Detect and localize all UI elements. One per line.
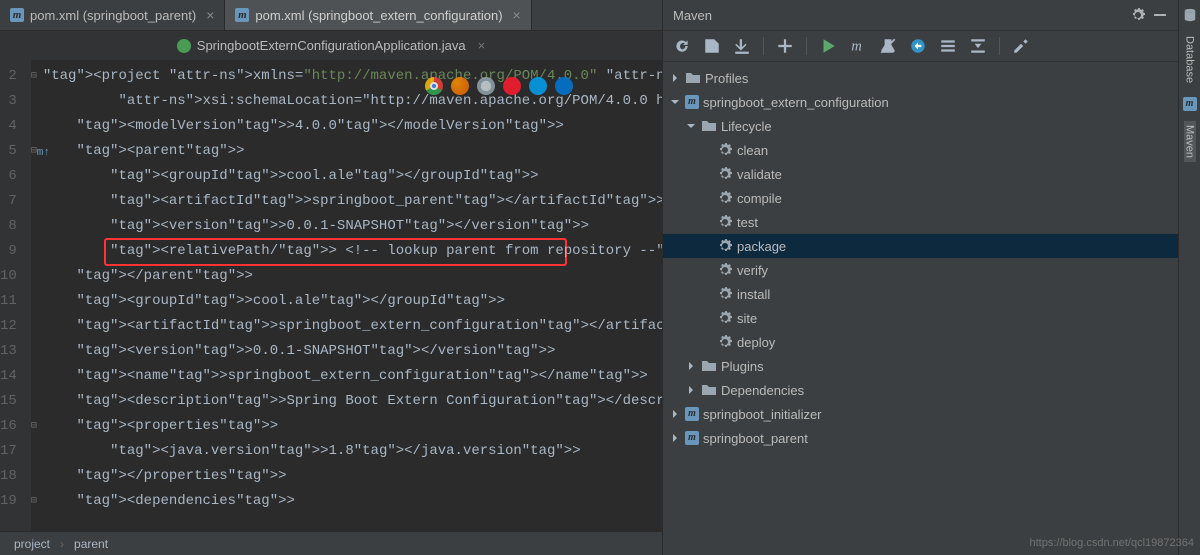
phase-site[interactable]: site bbox=[663, 306, 1178, 330]
code-line[interactable]: "tag"><version"tag">>0.0.1-SNAPSHOT"tag"… bbox=[43, 214, 662, 239]
phase-compile[interactable]: compile bbox=[663, 186, 1178, 210]
maven-file-icon: m bbox=[235, 8, 249, 22]
separator bbox=[763, 37, 764, 55]
breadcrumb-item[interactable]: project bbox=[14, 537, 50, 551]
tab-pom-extern[interactable]: m pom.xml (springboot_extern_configurati… bbox=[225, 0, 531, 30]
project-node[interactable]: mspringboot_extern_configuration bbox=[663, 90, 1178, 114]
download-icon[interactable] bbox=[733, 37, 751, 55]
code-line[interactable]: "tag"><dependencies"tag">> bbox=[43, 489, 662, 514]
close-icon[interactable]: × bbox=[513, 7, 521, 23]
phase-validate[interactable]: validate bbox=[663, 162, 1178, 186]
code-line[interactable]: "tag"></parent"tag">> bbox=[43, 264, 662, 289]
phase-test[interactable]: test bbox=[663, 210, 1178, 234]
tab-pom-parent[interactable]: m pom.xml (springboot_parent) × bbox=[0, 0, 225, 30]
line-number-gutter: 2345678910111213141516171819m↑ bbox=[0, 60, 31, 531]
code-line[interactable]: "tag"><groupId"tag">>cool.ale"tag"></gro… bbox=[43, 164, 662, 189]
code-content[interactable]: "tag"><project "attr-ns">xmlns="http://m… bbox=[37, 60, 662, 531]
close-icon[interactable]: × bbox=[206, 7, 214, 23]
phase-install[interactable]: install bbox=[663, 282, 1178, 306]
breadcrumb-item[interactable]: parent bbox=[74, 537, 108, 551]
watermark: https://blog.csdn.net/qcl19872364 bbox=[1029, 537, 1194, 549]
maven-run-icon[interactable]: m bbox=[849, 37, 867, 55]
editor-subtabs: SpringbootExternConfigurationApplication… bbox=[0, 30, 662, 60]
maven-icon: m bbox=[1183, 97, 1197, 111]
phase-deploy[interactable]: deploy bbox=[663, 330, 1178, 354]
subtab-label: SpringbootExternConfigurationApplication… bbox=[197, 38, 466, 53]
reimport-icon[interactable] bbox=[909, 37, 927, 55]
rail-database[interactable]: Database bbox=[1184, 32, 1196, 87]
show-dependencies-icon[interactable] bbox=[939, 37, 957, 55]
code-line[interactable]: "tag"><java.version"tag">>1.8"tag"></jav… bbox=[43, 439, 662, 464]
phase-verify[interactable]: verify bbox=[663, 258, 1178, 282]
separator bbox=[806, 37, 807, 55]
toggle-skip-tests-icon[interactable] bbox=[879, 37, 897, 55]
plus-icon[interactable] bbox=[776, 37, 794, 55]
profiles-node[interactable]: Profiles bbox=[663, 66, 1178, 90]
code-line[interactable]: "tag"><parent"tag">> bbox=[43, 139, 662, 164]
database-icon bbox=[1183, 8, 1197, 22]
code-line[interactable]: "tag"><modelVersion"tag">>4.0.0"tag"></m… bbox=[43, 114, 662, 139]
editor-tabs: m pom.xml (springboot_parent) × m pom.xm… bbox=[0, 0, 662, 30]
project-springboot_initializer[interactable]: mspringboot_initializer bbox=[663, 402, 1178, 426]
code-line[interactable]: "tag"><relativePath/"tag">> <!-- lookup … bbox=[43, 239, 662, 264]
code-line[interactable]: "tag"><properties"tag">> bbox=[43, 414, 662, 439]
maven-title: Maven bbox=[673, 8, 1124, 23]
code-line[interactable]: "tag"><artifactId"tag">>springboot_paren… bbox=[43, 189, 662, 214]
separator bbox=[999, 37, 1000, 55]
code-line[interactable]: "tag"><artifactId"tag">>springboot_exter… bbox=[43, 314, 662, 339]
svg-text:m: m bbox=[851, 39, 862, 55]
maven-file-icon: m bbox=[10, 8, 24, 22]
gear-icon[interactable] bbox=[1130, 7, 1146, 23]
code-line[interactable]: "tag"><name"tag">>springboot_extern_conf… bbox=[43, 364, 662, 389]
project-springboot_parent[interactable]: mspringboot_parent bbox=[663, 426, 1178, 450]
code-line[interactable]: "tag"></properties"tag">> bbox=[43, 464, 662, 489]
phase-package[interactable]: package bbox=[663, 234, 1178, 258]
rail-maven[interactable]: Maven bbox=[1184, 121, 1196, 162]
code-editor[interactable]: 2345678910111213141516171819m↑ ⊟⊟⊟⊟ "tag… bbox=[0, 60, 662, 531]
minimize-icon[interactable] bbox=[1152, 7, 1168, 23]
phase-clean[interactable]: clean bbox=[663, 138, 1178, 162]
run-icon[interactable] bbox=[819, 37, 837, 55]
code-line[interactable]: "tag"><groupId"tag">>cool.ale"tag"></gro… bbox=[43, 289, 662, 314]
code-line[interactable]: "tag"><version"tag">>0.0.1-SNAPSHOT"tag"… bbox=[43, 339, 662, 364]
breadcrumb: project › parent bbox=[0, 531, 662, 555]
maven-toolbar: m bbox=[663, 30, 1178, 62]
maven-tree[interactable]: Profilesmspringboot_extern_configuration… bbox=[663, 62, 1178, 555]
chevron-right-icon: › bbox=[60, 537, 64, 551]
code-line[interactable]: "tag"><project "attr-ns">xmlns="http://m… bbox=[43, 64, 662, 89]
settings-icon[interactable] bbox=[1012, 37, 1030, 55]
lifecycle-node[interactable]: Lifecycle bbox=[663, 114, 1178, 138]
close-icon[interactable]: × bbox=[478, 38, 486, 53]
subtab-java-file[interactable]: SpringbootExternConfigurationApplication… bbox=[0, 31, 662, 60]
refresh-icon[interactable] bbox=[673, 37, 691, 55]
tab-label: pom.xml (springboot_parent) bbox=[30, 8, 196, 23]
code-line[interactable]: "tag"><description"tag">>Spring Boot Ext… bbox=[43, 389, 662, 414]
right-tool-rail: Database m Maven bbox=[1178, 0, 1200, 555]
maven-tool-window: Maven m Profilesmspringboot_extern_confi… bbox=[662, 0, 1178, 555]
java-class-icon bbox=[177, 39, 191, 53]
tab-label: pom.xml (springboot_extern_configuration… bbox=[255, 8, 502, 23]
dependencies-node[interactable]: Dependencies bbox=[663, 378, 1178, 402]
maven-header: Maven bbox=[663, 0, 1178, 30]
plugins-node[interactable]: Plugins bbox=[663, 354, 1178, 378]
code-line[interactable]: "attr-ns">xsi:schemaLocation="http://mav… bbox=[43, 89, 662, 114]
editor-pane: m pom.xml (springboot_parent) × m pom.xm… bbox=[0, 0, 662, 555]
collapse-icon[interactable] bbox=[969, 37, 987, 55]
generate-sources-icon[interactable] bbox=[703, 37, 721, 55]
